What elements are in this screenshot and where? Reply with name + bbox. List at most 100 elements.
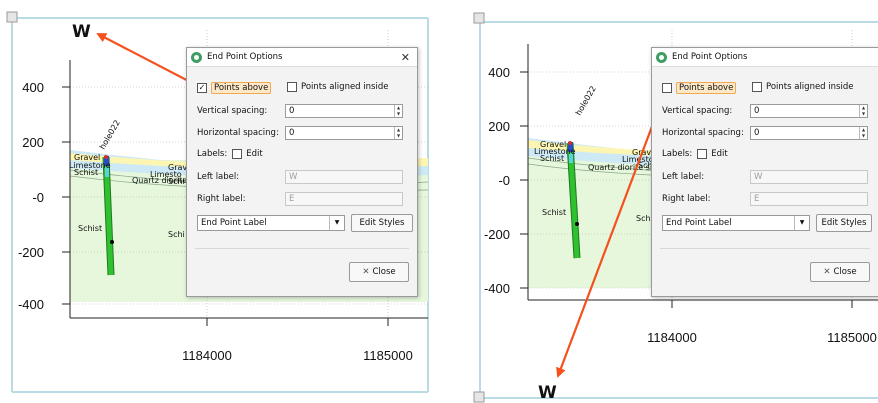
edit-labels-checkbox[interactable] <box>232 149 243 159</box>
spin-arrows-icon[interactable]: ▲ ▼ <box>859 105 867 117</box>
svg-text:Schist: Schist <box>540 154 564 163</box>
y-tick-label: -200 <box>18 245 44 260</box>
x-tick-label: 1184000 <box>647 330 697 345</box>
label-style-value: End Point Label <box>201 218 267 228</box>
end-point-options-dialog[interactable]: End Point Options Points above Points al… <box>651 47 878 297</box>
horizontal-spacing-label: Horizontal spacing: <box>197 128 279 138</box>
right-label-input[interactable]: E <box>750 192 868 206</box>
dialog-title-bar[interactable]: End Point Options <box>652 48 878 67</box>
chevron-down-icon[interactable]: ▼ <box>794 216 809 230</box>
points-above-checkbox[interactable] <box>662 83 672 93</box>
dialog-title: End Point Options <box>207 52 283 62</box>
vertical-spacing-input[interactable]: 0 ▲ ▼ <box>750 104 868 118</box>
svg-text:Schist: Schist <box>542 208 566 217</box>
close-icon[interactable]: ✕ <box>398 51 413 64</box>
labels-label: Labels: <box>197 149 228 159</box>
label-style-value: End Point Label <box>666 218 732 228</box>
annotation-arrow <box>96 33 201 88</box>
app-icon <box>656 51 667 63</box>
points-aligned-label: Points aligned inside <box>766 82 854 92</box>
label-style-select[interactable]: End Point Label ▼ <box>662 215 810 231</box>
hole-label: hole022 <box>98 118 122 151</box>
drillhole-marker <box>110 240 114 244</box>
points-above-checkbox[interactable]: ✓ <box>197 83 207 93</box>
vertical-spacing-row: Vertical spacing: 0 ▲ ▼ <box>197 104 403 118</box>
left-label-input[interactable]: W <box>750 170 868 184</box>
svg-text:Schist: Schist <box>74 168 98 177</box>
dialog-title: End Point Options <box>672 52 748 62</box>
svg-text:Schi: Schi <box>168 230 185 239</box>
svg-text:Schist: Schist <box>78 224 102 233</box>
edit-labels-label: Edit <box>711 149 728 159</box>
chevron-down-icon[interactable]: ▼ <box>329 216 344 230</box>
collar-marker <box>104 155 108 159</box>
vertical-spacing-input[interactable]: 0 ▲ ▼ <box>285 104 403 118</box>
y-tick-label: 200 <box>488 119 510 134</box>
points-aligned-label: Points aligned inside <box>301 82 389 92</box>
corner-handle[interactable] <box>473 12 485 24</box>
end-point-options-dialog[interactable]: End Point Options ✕ ✓ Points above Point… <box>186 47 418 297</box>
spin-arrows-icon[interactable]: ▲ ▼ <box>394 105 402 117</box>
edit-labels-label: Edit <box>246 149 263 159</box>
spin-arrows-icon[interactable]: ▲ ▼ <box>394 127 402 139</box>
drillhole-marker <box>575 222 579 226</box>
labels-label: Labels: <box>662 149 693 159</box>
corner-handle[interactable] <box>473 391 485 403</box>
x-tick-label: 1184000 <box>182 348 232 363</box>
scene-panel-points-above: 400 200 -0 -200 -400 1184000 1185000 hol… <box>0 0 430 403</box>
points-aligned-option[interactable]: Points aligned inside <box>287 82 388 92</box>
divider <box>660 248 870 249</box>
vertical-spacing-label: Vertical spacing: <box>197 106 268 116</box>
horizontal-spacing-row: Horizontal spacing: 0 ▲ ▼ <box>662 126 868 140</box>
y-tick-label: 400 <box>22 80 44 95</box>
vertical-spacing-label: Vertical spacing: <box>662 106 733 116</box>
points-aligned-checkbox[interactable] <box>752 82 762 92</box>
x-tick-label: 1185000 <box>363 348 413 363</box>
left-label-input[interactable]: W <box>285 170 403 184</box>
points-aligned-option[interactable]: Points aligned inside <box>752 82 853 92</box>
close-button-label: Close <box>833 267 857 277</box>
close-icon: ✕ <box>362 267 370 277</box>
left-label-label: Left label: <box>197 172 240 182</box>
points-above-option[interactable]: ✓ Points above <box>197 82 272 94</box>
vertical-spacing-value: 0 <box>754 106 760 116</box>
vertical-spacing-value: 0 <box>289 106 295 116</box>
y-tick-label: -0 <box>498 173 510 188</box>
edit-styles-button[interactable]: Edit Styles <box>351 214 413 232</box>
horizontal-spacing-value: 0 <box>754 128 760 138</box>
labels-row: Labels: Edit <box>662 149 728 159</box>
left-label-row: Left label: W <box>197 170 403 184</box>
end-point-label: W <box>538 383 557 403</box>
labels-row: Labels: Edit <box>197 149 263 159</box>
x-tick-label: 1185000 <box>827 330 877 345</box>
spin-arrows-icon[interactable]: ▲ ▼ <box>859 127 867 139</box>
points-above-option[interactable]: Points above <box>662 82 737 94</box>
points-above-label: Points above <box>676 82 737 94</box>
label-style-select[interactable]: End Point Label ▼ <box>197 215 345 231</box>
y-tick-label: -400 <box>18 297 44 312</box>
scene-panel-points-below: 400 200 -0 -200 -400 1184000 1185000 hol… <box>462 0 878 403</box>
close-button[interactable]: ✕ Close <box>349 262 409 282</box>
horizontal-spacing-input[interactable]: 0 ▲ ▼ <box>285 126 403 140</box>
right-label-input[interactable]: E <box>285 192 403 206</box>
style-row: End Point Label ▼ Edit Styles <box>662 214 872 232</box>
end-point-label: W <box>72 22 91 42</box>
horizontal-spacing-input[interactable]: 0 ▲ ▼ <box>750 126 868 140</box>
corner-handle[interactable] <box>6 11 18 23</box>
dialog-title-bar[interactable]: End Point Options ✕ <box>187 48 417 67</box>
style-row: End Point Label ▼ Edit Styles <box>197 214 413 232</box>
points-above-label: Points above <box>211 82 272 94</box>
edit-labels-checkbox[interactable] <box>697 149 708 159</box>
y-tick-label: -200 <box>484 227 510 242</box>
right-label-label: Right label: <box>662 194 711 204</box>
right-label-label: Right label: <box>197 194 246 204</box>
hole-label: hole022 <box>574 84 598 117</box>
app-icon <box>191 51 202 63</box>
edit-styles-button[interactable]: Edit Styles <box>816 214 872 232</box>
points-aligned-checkbox[interactable] <box>287 82 297 92</box>
vertical-spacing-row: Vertical spacing: 0 ▲ ▼ <box>662 104 868 118</box>
y-tick-label: 400 <box>488 65 510 80</box>
y-tick-label: -0 <box>32 190 44 205</box>
right-label-row: Right label: E <box>662 192 868 206</box>
close-button[interactable]: ✕ Close <box>810 262 870 282</box>
